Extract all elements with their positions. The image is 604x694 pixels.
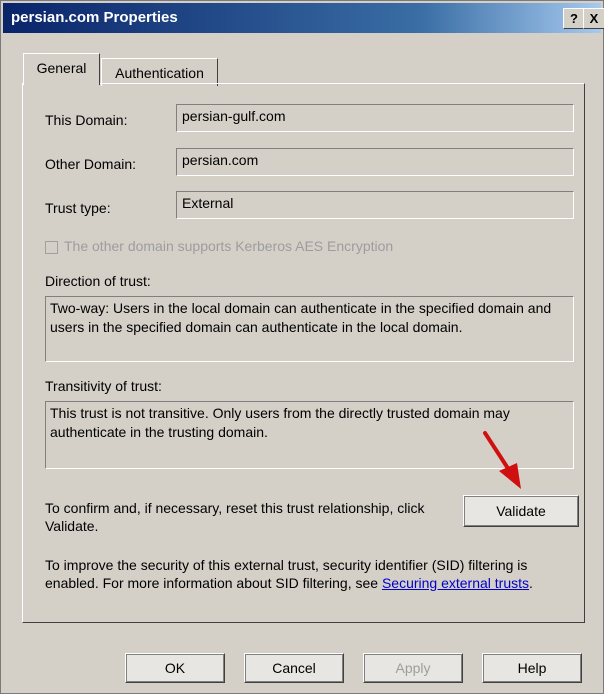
kerberos-checkbox-label: The other domain supports Kerberos AES E… [64,238,394,254]
help-button[interactable]: Help [482,653,582,683]
securing-external-trusts-link[interactable]: Securing external trusts [382,575,529,591]
sid-note-end: . [529,575,533,591]
kerberos-checkbox[interactable] [45,241,58,254]
title-bar[interactable]: persian.com Properties ? X [3,3,604,33]
direction-of-trust-label: Direction of trust: [45,273,151,289]
red-arrow-icon [483,431,521,489]
sid-filtering-note: To improve the security of this external… [45,556,575,592]
other-domain-label: Other Domain: [45,156,137,172]
tab-authentication[interactable]: Authentication [101,58,218,86]
ok-button[interactable]: OK [125,653,225,683]
close-button[interactable]: X [583,8,604,29]
cancel-button[interactable]: Cancel [244,653,344,683]
trust-type-label: Trust type: [45,200,111,216]
validate-button[interactable]: Validate [463,495,579,527]
transitivity-label: Transitivity of trust: [45,378,162,394]
other-domain-field[interactable]: persian.com [176,148,574,176]
this-domain-label: This Domain: [45,112,128,128]
window-title: persian.com Properties [11,9,178,26]
apply-button[interactable]: Apply [363,653,463,683]
properties-dialog: persian.com Properties ? X General Authe… [0,0,604,694]
this-domain-field[interactable]: persian-gulf.com [176,104,574,132]
direction-of-trust-text[interactable]: Two-way: Users in the local domain can a… [45,296,574,362]
tab-general[interactable]: General [23,53,100,85]
help-title-button[interactable]: ? [563,8,585,29]
trust-type-field[interactable]: External [176,191,574,219]
validate-instructions: To confirm and, if necessary, reset this… [45,500,425,534]
